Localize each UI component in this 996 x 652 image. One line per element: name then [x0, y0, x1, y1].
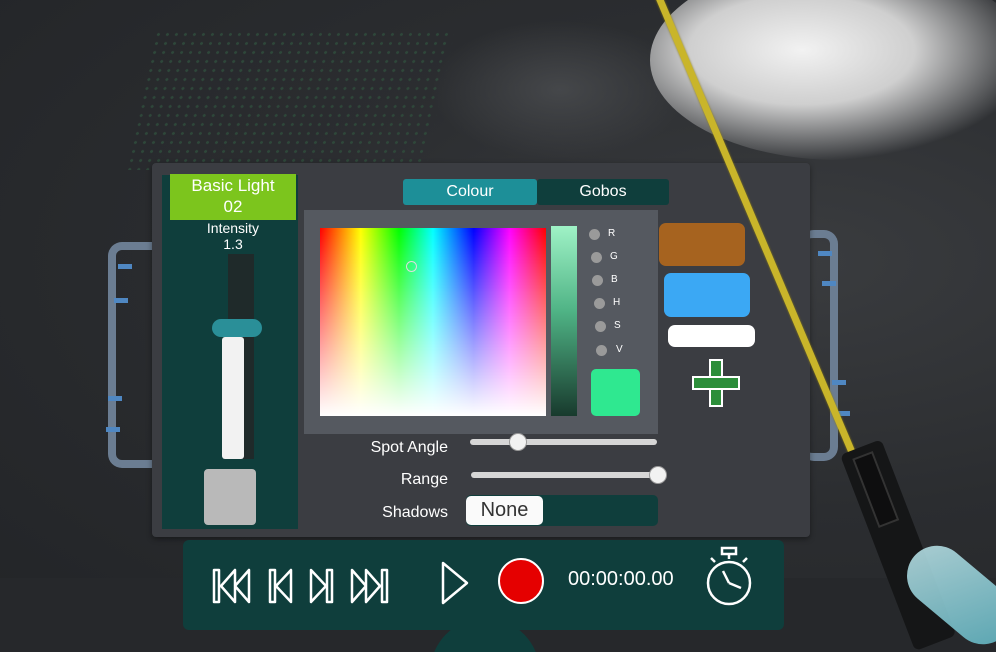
palette-swatch-3[interactable]: [668, 325, 755, 347]
palette-swatch-2[interactable]: [664, 273, 750, 317]
shadows-label: Shadows: [382, 504, 448, 521]
radio-s[interactable]: [595, 321, 606, 332]
radio-v[interactable]: [596, 345, 607, 356]
radio-g[interactable]: [591, 252, 602, 263]
skip-to-start-icon[interactable]: [211, 566, 255, 606]
light-name: Basic Light 02: [170, 174, 296, 220]
skip-to-end-icon[interactable]: [348, 566, 394, 606]
handle-band: [108, 396, 122, 401]
channel-label-b: B: [611, 274, 618, 285]
tab-colour[interactable]: Colour: [403, 179, 537, 205]
spotlight-glow: [650, 0, 996, 160]
record-button[interactable]: [498, 558, 544, 604]
range-label: Range: [400, 471, 448, 488]
intensity-label: Intensity 1.3: [170, 220, 296, 252]
light-colour-swatch[interactable]: [204, 469, 256, 525]
light-name-line1: Basic Light: [191, 176, 275, 195]
radio-b[interactable]: [592, 275, 603, 286]
channel-label-h: H: [613, 297, 621, 308]
stage-dot-pattern: [125, 30, 455, 170]
radio-h[interactable]: [594, 298, 605, 309]
intensity-caption: Intensity: [206, 220, 260, 236]
timecode: 00:00:00.00: [568, 568, 674, 590]
handle-band: [118, 264, 132, 269]
range-knob[interactable]: [649, 466, 667, 484]
handle-band: [114, 298, 128, 303]
controller-tip: [852, 451, 900, 528]
shadows-dropdown[interactable]: None: [466, 496, 543, 525]
radio-r[interactable]: [589, 229, 600, 240]
tab-gobos[interactable]: Gobos: [537, 179, 669, 205]
light-control-panel: Basic Light 02 Intensity 1.3 Colour Gobo…: [152, 163, 810, 537]
value-slider[interactable]: [551, 226, 577, 416]
play-icon[interactable]: [439, 560, 471, 606]
channel-label-r: R: [608, 228, 616, 239]
spectrum-cursor[interactable]: [406, 261, 417, 272]
intensity-slider-thumb[interactable]: [212, 319, 262, 337]
intensity-value: 1.3: [223, 236, 243, 252]
handle-band: [106, 427, 120, 432]
spot-angle-slider[interactable]: [470, 439, 657, 445]
stopwatch-icon[interactable]: [703, 546, 755, 608]
light-spill: [430, 20, 690, 160]
handle-band: [832, 380, 846, 385]
spot-angle-knob[interactable]: [508, 433, 527, 451]
vr-scene: Basic Light 02 Intensity 1.3 Colour Gobo…: [0, 0, 996, 652]
selected-colour-preview: [591, 369, 640, 416]
channel-label-v: V: [616, 344, 623, 355]
handle-band: [818, 251, 832, 256]
add-colour-button[interactable]: [692, 359, 740, 407]
intensity-slider-fill: [222, 337, 244, 459]
channel-label-g: G: [610, 251, 618, 262]
colour-spectrum[interactable]: [320, 228, 546, 416]
light-name-line2: 02: [223, 197, 243, 216]
previous-icon[interactable]: [267, 566, 295, 606]
transport-bar: 00:00:00.00: [183, 540, 784, 630]
spot-angle-label: Spot Angle: [370, 439, 448, 456]
range-slider[interactable]: [471, 472, 657, 478]
handle-band: [822, 281, 836, 286]
next-icon[interactable]: [307, 566, 335, 606]
palette-swatch-1[interactable]: [659, 223, 745, 266]
channel-label-s: S: [614, 320, 621, 331]
plus-icon-center: [707, 378, 725, 388]
